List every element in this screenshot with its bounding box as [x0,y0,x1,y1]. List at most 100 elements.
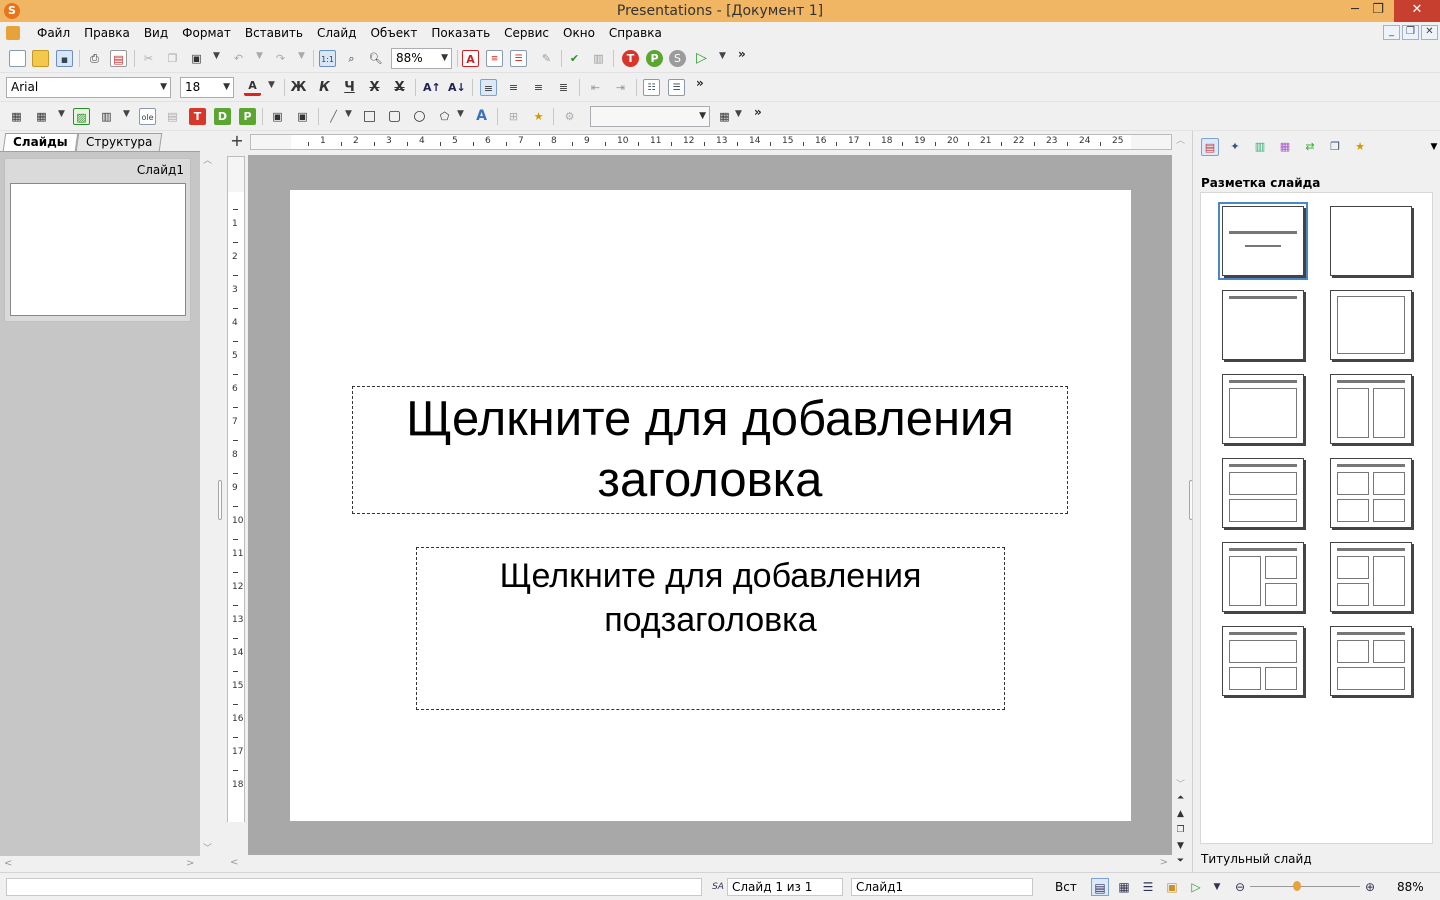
planmaker-chart-icon[interactable]: P [239,108,256,125]
strikethrough-button[interactable]: Х [366,79,383,96]
copy-icon[interactable]: ❐ [164,50,181,67]
left-splitter-handle[interactable] [218,480,222,520]
doc-minimize-button[interactable]: _ [1383,25,1400,40]
layout-title-content[interactable] [1222,374,1304,444]
object-settings-icon[interactable]: ⚙︎ [561,108,578,125]
slide-sorter-icon[interactable]: ▦ [1115,878,1133,896]
group-icon[interactable]: ⊞ [505,108,522,125]
double-strikethrough-button[interactable]: Х [391,79,408,96]
layout-top-two-bottom-big[interactable] [1330,626,1412,696]
bullets-format-icon[interactable]: ☰ [510,50,527,67]
rounded-rectangle-icon[interactable]: ▢ [386,108,403,125]
menu-item-10[interactable]: Справка [602,26,669,40]
video-icon[interactable]: ▣ [294,108,311,125]
chevron-down-icon[interactable]: ▼ [298,51,305,61]
actual-size-icon[interactable]: 1:1 [319,50,336,67]
planmaker-object-icon[interactable]: D [214,108,231,125]
canvas-vertical-scrollbar[interactable]: ︿ ﹀ ⏶ ▲ ❐ ▼ ⏷ [1172,131,1189,871]
canvas-horizontal-scrollbar[interactable]: < > [226,855,1172,871]
chevron-down-icon[interactable]: ▼ [457,109,464,119]
menu-item-1[interactable]: Правка [77,26,137,40]
layout-blank[interactable] [1330,206,1412,276]
autoshape-icon[interactable]: ⬠ [436,108,453,125]
slideshow-icon[interactable]: ▷ [1187,878,1205,896]
increase-indent-icon[interactable]: ⇥ [612,79,629,96]
tab-outline[interactable]: Структура [75,133,163,151]
chevron-down-icon[interactable]: ▼ [268,80,275,90]
last-slide-icon[interactable]: ⏷ [1174,856,1187,869]
layout-title-two-columns[interactable] [1330,374,1412,444]
ole-object-icon[interactable]: ole [139,108,156,125]
restore-button[interactable]: ❐ [1363,0,1393,22]
horizontal-ruler[interactable]: 1 2 3 4 5 6 7 8 9 10 11 12 13 14 15 16 17 18 19 20 21 22 23 24 2… [250,134,1172,150]
chevron-down-icon[interactable]: ▼ [735,109,742,119]
layout-content-only[interactable] [1330,290,1412,360]
layout-left-two-right-big[interactable] [1330,542,1412,612]
table-icon[interactable]: ▦ [33,108,50,125]
slide-layout-icon[interactable]: ▤ [1201,138,1219,156]
align-center-icon[interactable]: ≡ [505,79,522,96]
layout-title-two-rows[interactable] [1222,458,1304,528]
subtitle-placeholder[interactable]: Щелкните для добавления подзаголовка [416,547,1005,710]
animations-icon[interactable]: ❐ [1326,138,1344,156]
more-objects-chevron[interactable]: » [754,105,762,119]
zoom-in-icon[interactable]: ⊕ [1361,878,1379,896]
zoom-slider-thumb[interactable] [1293,881,1301,891]
redo-icon[interactable]: ↷ [272,50,289,67]
chevron-down-icon[interactable]: ▼ [345,109,352,119]
layout-top-big-bottom-two[interactable] [1222,626,1304,696]
media-icon[interactable]: ▣ [269,108,286,125]
italic-button[interactable]: К [316,79,333,96]
menu-item-4[interactable]: Вставить [238,26,310,40]
layout-title-slide[interactable] [1218,202,1308,280]
more-formatting-chevron[interactable]: » [696,76,704,90]
next-slide-icon[interactable]: ▼ [1174,841,1187,854]
more-tools-chevron[interactable]: » [738,47,746,61]
cut-icon[interactable]: ✂ [140,50,157,67]
menu-item-3[interactable]: Формат [175,26,238,40]
textart-icon[interactable]: A [473,108,490,125]
planmaker-icon[interactable]: P [646,50,663,67]
paragraph-format-icon[interactable]: ≡ [486,50,503,67]
sidebar-menu-icon[interactable]: ▼ [1425,138,1440,156]
insert-mode-indicator[interactable]: Вст [1055,880,1077,894]
zoom-page-icon[interactable]: ⌕ [343,50,360,67]
bold-button[interactable]: Ж [290,79,307,96]
pdf-export-icon[interactable]: ▤ [110,50,127,67]
font-name-select[interactable]: Arial ▼ [6,77,171,98]
document-icon[interactable] [6,26,20,40]
zoom-icon[interactable]: 🔍︎ [367,50,384,67]
chevron-down-icon[interactable]: ▼ [58,109,65,119]
chevron-down-icon[interactable]: ▼ [719,51,726,61]
background-icon[interactable]: ▦ [1276,138,1294,156]
tab-slides[interactable]: Слайды [2,133,78,151]
textmaker-icon[interactable]: T [622,50,639,67]
subscript-icon[interactable]: A↓ [448,79,466,96]
slide-list-icon[interactable]: ❐ [1174,825,1187,838]
zoom-slider-track[interactable] [1250,886,1360,887]
paste-icon[interactable]: ▣ [188,50,205,67]
first-slide-icon[interactable]: ⏶ [1174,793,1187,806]
line-icon[interactable]: ╱ [325,108,342,125]
slides-horizontal-scrollbar[interactable]: < > [0,856,200,872]
slide-thumbnail[interactable]: Слайд1 [4,158,191,322]
menu-item-5[interactable]: Слайд [310,26,364,40]
doc-close-button[interactable]: ✕ [1421,25,1438,40]
open-folder-icon[interactable] [32,50,49,67]
normal-view-icon[interactable]: ▤ [1091,878,1109,896]
menu-item-7[interactable]: Показать [424,26,497,40]
scroll-down-icon[interactable]: ﹀ [1174,777,1187,790]
textmaker-object-icon[interactable]: T [189,108,206,125]
slide-thumbnail-preview[interactable] [10,183,186,316]
doc-restore-button[interactable]: ❐ [1402,25,1419,40]
chart-icon[interactable]: ▥ [590,50,607,67]
slide[interactable]: Щелкните для добавления заголовка Щелкни… [290,190,1131,821]
color-scheme-icon[interactable]: ▥ [1251,138,1269,156]
character-format-icon[interactable]: A [462,50,479,67]
align-left-icon[interactable]: ≡ [480,79,497,96]
align-justify-icon[interactable]: ≣ [555,79,572,96]
object-style-select[interactable]: ▼ [590,106,710,127]
new-document-icon[interactable] [9,50,26,67]
zoom-select[interactable]: 88% ▼ [391,48,452,69]
font-size-select[interactable]: 18 ▼ [180,77,234,98]
